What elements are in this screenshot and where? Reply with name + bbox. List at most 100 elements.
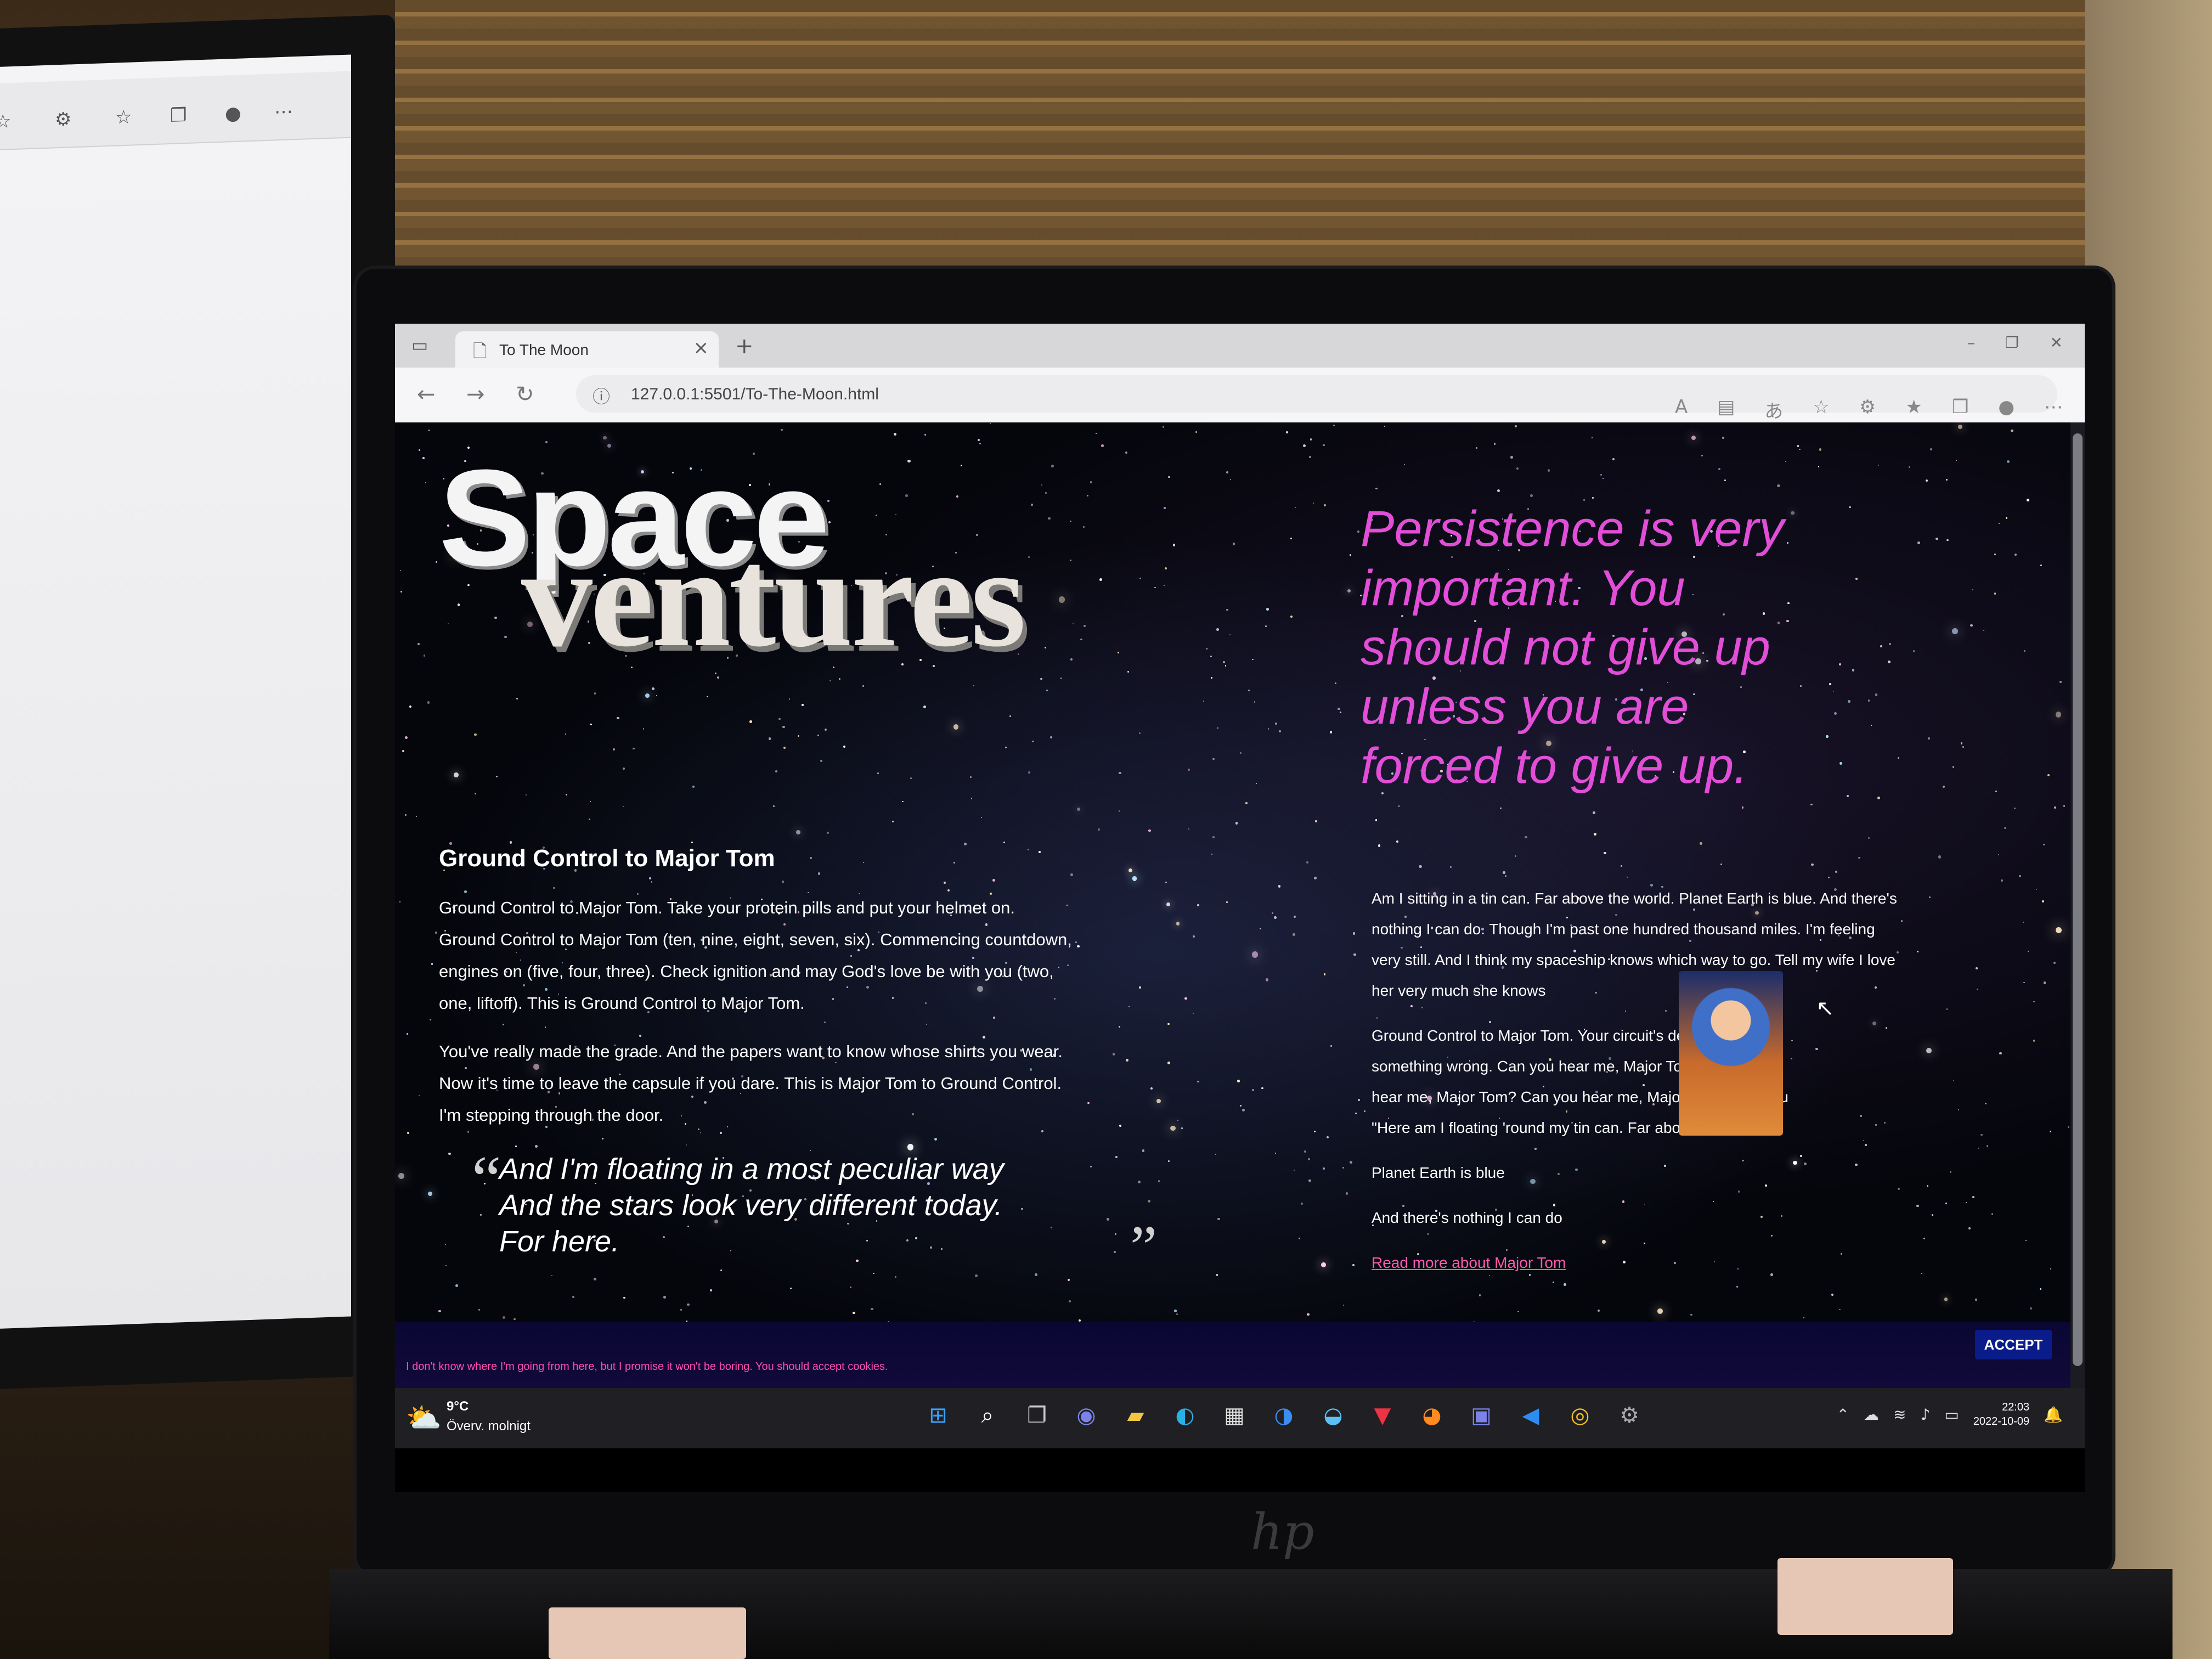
star [1722, 437, 1725, 439]
forward-icon[interactable]: → [466, 382, 485, 407]
star [1125, 452, 1128, 454]
immersive-reader-icon[interactable]: ▤ [1717, 396, 1735, 423]
vscode-icon[interactable]: ◀ [1514, 1399, 1547, 1432]
settings-icon[interactable]: ⚙ [1613, 1399, 1646, 1432]
star [1353, 953, 1356, 956]
teams-icon[interactable]: ▣ [1465, 1399, 1498, 1432]
store-icon[interactable]: ▦ [1218, 1399, 1251, 1432]
accept-cookies-button[interactable]: ACCEPT [1975, 1330, 2052, 1359]
star [1118, 810, 1120, 812]
more-icon[interactable]: ⋯ [2044, 396, 2063, 423]
star [1338, 707, 1340, 710]
star [2050, 1130, 2052, 1132]
profile-icon[interactable]: ● [1998, 396, 2015, 423]
read-aloud-icon[interactable]: A [1675, 396, 1688, 423]
chevron-up-icon[interactable]: ⌃ [1837, 1406, 1849, 1424]
star [1206, 648, 1208, 650]
secondary-collections-icon: ❐ [170, 104, 187, 127]
star [1162, 426, 1164, 428]
star [1307, 1313, 1310, 1316]
star [656, 695, 657, 697]
star [1225, 665, 1227, 667]
collections-icon[interactable]: ❐ [1952, 396, 1968, 423]
read-more-link[interactable]: Read more about Major Tom [1372, 1254, 1566, 1271]
star [1245, 802, 1248, 804]
clock[interactable]: 22:03 2022-10-09 [1973, 1400, 2029, 1429]
page-scrollbar[interactable] [2070, 422, 2085, 1388]
star [1139, 732, 1141, 735]
star [1835, 871, 1837, 873]
persistence-quote: Persistence is very important. You shoul… [1361, 501, 1785, 794]
star [409, 705, 412, 708]
star [1046, 690, 1048, 691]
window-close-icon[interactable]: ✕ [2050, 334, 2063, 352]
star [1293, 933, 1296, 936]
star [1003, 842, 1006, 844]
search-icon[interactable]: ⌕ [971, 1399, 1004, 1432]
tab-to-the-moon[interactable]: 🗋 To The Moon × [455, 331, 719, 368]
file-explorer-icon[interactable]: ▰ [1119, 1399, 1152, 1432]
mcafee-icon[interactable]: ▼ [1366, 1399, 1399, 1432]
edge-icon[interactable]: ◐ [1169, 1399, 1201, 1432]
chat-icon[interactable]: ◉ [1070, 1399, 1103, 1432]
star [1957, 1109, 1960, 1111]
sidebar-toggle-icon[interactable]: ▭ [411, 335, 428, 356]
star [2001, 879, 2003, 882]
section-heading: Ground Control to Major Tom [439, 845, 775, 872]
volume-icon[interactable]: ♪ [1920, 1406, 1930, 1424]
star [2018, 875, 2021, 878]
minimize-icon[interactable]: – [1967, 334, 1975, 352]
cloud-icon[interactable]: ☁ [1864, 1406, 1879, 1424]
star [1926, 479, 1928, 482]
star [1953, 1080, 1955, 1082]
extensions-icon[interactable]: ⚙ [1859, 396, 1876, 423]
star [622, 767, 625, 770]
star [430, 1019, 431, 1020]
star [977, 438, 980, 442]
star [1799, 449, 1801, 450]
star [431, 963, 433, 965]
hinge-right [1778, 1558, 1953, 1635]
star [1290, 615, 1293, 618]
tab-close-icon[interactable]: × [693, 337, 709, 359]
photos-icon[interactable]: ◒ [1317, 1399, 1350, 1432]
chrome-icon[interactable]: ◎ [1564, 1399, 1596, 1432]
star [1239, 752, 1242, 754]
star [1308, 456, 1312, 459]
star [1826, 735, 1829, 738]
battery-icon[interactable]: ▭ [1944, 1406, 1959, 1424]
notification-icon[interactable]: 🔔 [2044, 1406, 2063, 1424]
hp-logo: hp [1251, 1503, 1314, 1561]
back-icon[interactable]: ← [417, 382, 436, 407]
star [1080, 639, 1082, 641]
new-tab-icon[interactable]: + [735, 334, 754, 359]
restore-icon[interactable]: ❐ [2005, 334, 2019, 352]
star [1255, 782, 1257, 785]
refresh-icon[interactable]: ↻ [516, 382, 534, 407]
star [1226, 901, 1228, 904]
star [1128, 868, 1132, 873]
edge-dev-icon[interactable]: ◑ [1267, 1399, 1300, 1432]
star [1810, 803, 1813, 806]
star [458, 603, 460, 606]
star [1166, 902, 1170, 907]
star [1839, 762, 1843, 765]
site-info-icon[interactable]: ⓘ [592, 383, 610, 408]
task-view-icon[interactable]: ❐ [1020, 1399, 1053, 1432]
start-icon[interactable]: ⊞ [922, 1399, 955, 1432]
star [502, 1316, 505, 1319]
firefox-icon[interactable]: ◕ [1415, 1399, 1448, 1432]
favorites-icon[interactable]: ★ [1905, 396, 1922, 423]
star [1315, 820, 1317, 822]
star [773, 805, 775, 807]
star [1060, 678, 1062, 679]
star [1917, 541, 1920, 544]
translate-icon[interactable]: あ [1764, 396, 1783, 423]
star [2014, 807, 2016, 809]
star [1858, 856, 1860, 859]
favorite-star-icon[interactable]: ☆ [1813, 396, 1829, 423]
star [418, 449, 420, 452]
wifi-icon[interactable]: ≋ [1893, 1406, 1906, 1424]
scrollbar-thumb[interactable] [2073, 433, 2083, 1366]
star [1070, 520, 1071, 522]
